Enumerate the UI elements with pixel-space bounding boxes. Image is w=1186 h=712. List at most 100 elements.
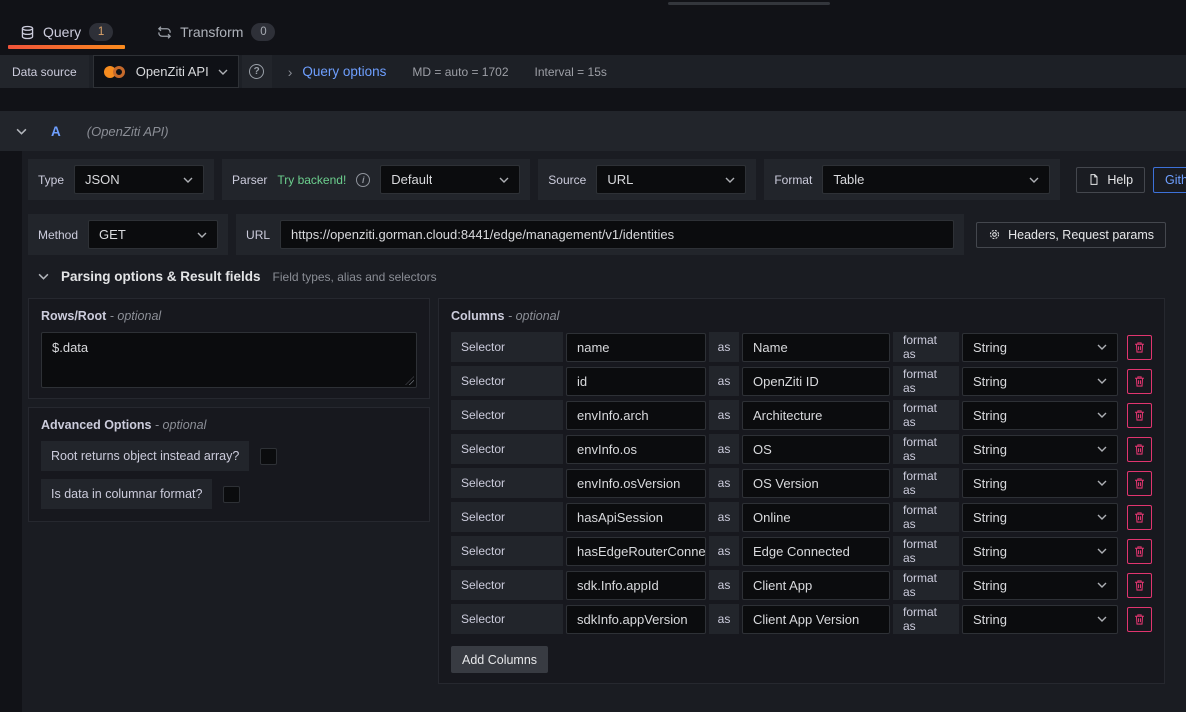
openziti-logo-icon [104, 65, 128, 79]
delete-column-button[interactable] [1127, 437, 1152, 462]
selector-input[interactable]: envInfo.arch [566, 401, 706, 430]
url-input[interactable]: https://openziti.gorman.cloud:8441/edge/… [280, 220, 954, 249]
column-format-select[interactable]: String [962, 571, 1118, 600]
column-row: Selector hasApiSession as Online format … [451, 502, 1152, 532]
trash-icon [1133, 511, 1146, 524]
type-select[interactable]: JSON [74, 165, 204, 194]
datasource-picker[interactable]: OpenZiti API [93, 55, 239, 88]
selector-input[interactable]: name [566, 333, 706, 362]
selector-input[interactable]: id [566, 367, 706, 396]
column-row: Selector sdkInfo.appVersion as Client Ap… [451, 604, 1152, 634]
alias-input[interactable]: Name [742, 333, 890, 362]
format-select[interactable]: Table [822, 165, 1050, 194]
datasource-help-button[interactable]: ? [242, 55, 272, 88]
selector-input[interactable]: envInfo.osVersion [566, 469, 706, 498]
help-button[interactable]: Help [1076, 167, 1145, 193]
delete-column-button[interactable] [1127, 573, 1152, 598]
chevron-down-icon [725, 177, 735, 183]
add-columns-button[interactable]: Add Columns [451, 646, 548, 673]
url-label: URL [246, 228, 270, 242]
chevron-down-icon [1097, 378, 1107, 384]
query-row-header[interactable]: A (OpenZiti API) [0, 111, 1186, 151]
alias-input[interactable]: OpenZiti ID [742, 367, 890, 396]
interval-info: Interval = 15s [535, 55, 607, 88]
column-format-select[interactable]: String [962, 469, 1118, 498]
selector-label: Selector [451, 570, 563, 600]
selector-label: Selector [451, 400, 563, 430]
tab-query-count: 1 [89, 23, 113, 41]
format-as-label: format as [893, 604, 959, 634]
trash-icon [1133, 545, 1146, 558]
rows-root-input[interactable]: $.data [41, 332, 417, 388]
delete-column-button[interactable] [1127, 403, 1152, 428]
column-format-select[interactable]: String [962, 503, 1118, 532]
columnar-format-checkbox[interactable] [223, 486, 240, 503]
selector-input[interactable]: envInfo.os [566, 435, 706, 464]
parser-try-backend-hint: Try backend! [277, 173, 346, 187]
format-as-label: format as [893, 468, 959, 498]
alias-input[interactable]: Edge Connected [742, 537, 890, 566]
datasource-label: Data source [0, 55, 89, 88]
as-label: as [709, 400, 739, 430]
format-as-label: format as [893, 332, 959, 362]
column-format-select[interactable]: String [962, 401, 1118, 430]
method-select[interactable]: GET [88, 220, 218, 249]
trash-icon [1133, 579, 1146, 592]
chevron-down-icon [218, 69, 228, 75]
delete-column-button[interactable] [1127, 471, 1152, 496]
delete-column-button[interactable] [1127, 369, 1152, 394]
column-format-select[interactable]: String [962, 537, 1118, 566]
headers-request-params-button[interactable]: Headers, Request params [976, 222, 1166, 248]
method-field-group: Method GET [28, 214, 228, 255]
resize-handle[interactable] [405, 376, 414, 385]
alias-input[interactable]: Online [742, 503, 890, 532]
chevron-down-icon [197, 232, 207, 238]
alias-input[interactable]: Client App Version [742, 605, 890, 634]
parser-label: Parser [232, 173, 267, 187]
trash-icon [1133, 443, 1146, 456]
column-row: Selector id as OpenZiti ID format as Str… [451, 366, 1152, 396]
alias-input[interactable]: OS Version [742, 469, 890, 498]
type-label: Type [38, 173, 64, 187]
trash-icon [1133, 341, 1146, 354]
root-returns-object-label: Root returns object instead array? [41, 441, 249, 471]
column-format-select[interactable]: String [962, 435, 1118, 464]
selector-label: Selector [451, 468, 563, 498]
selector-input[interactable]: sdk.Info.appId [566, 571, 706, 600]
column-format-select[interactable]: String [962, 605, 1118, 634]
column-row: Selector name as Name format as String [451, 332, 1152, 362]
parsing-options-title: Parsing options & Result fields [61, 269, 261, 284]
as-label: as [709, 502, 739, 532]
alias-input[interactable]: Architecture [742, 401, 890, 430]
trash-icon [1133, 409, 1146, 422]
root-returns-object-checkbox[interactable] [260, 448, 277, 465]
source-label: Source [548, 173, 586, 187]
as-label: as [709, 570, 739, 600]
info-circle-icon[interactable]: i [356, 173, 370, 187]
tab-transform-count: 0 [251, 23, 275, 41]
selector-label: Selector [451, 434, 563, 464]
query-options-toggle[interactable]: Query options [302, 55, 386, 88]
delete-column-button[interactable] [1127, 505, 1152, 530]
delete-column-button[interactable] [1127, 335, 1152, 360]
source-field-group: Source URL [538, 159, 756, 200]
parser-select[interactable]: Default [380, 165, 520, 194]
chevron-down-icon [1097, 344, 1107, 350]
alias-input[interactable]: Client App [742, 571, 890, 600]
pane-drag-handle[interactable] [668, 2, 830, 5]
delete-column-button[interactable] [1127, 539, 1152, 564]
parsing-options-section-toggle[interactable]: Parsing options & Result fields Field ty… [38, 269, 1186, 284]
alias-input[interactable]: OS [742, 435, 890, 464]
github-button[interactable]: Github [1153, 167, 1186, 193]
selector-label: Selector [451, 502, 563, 532]
selector-input[interactable]: hasApiSession [566, 503, 706, 532]
column-format-select[interactable]: String [962, 367, 1118, 396]
source-select[interactable]: URL [596, 165, 746, 194]
chevron-down-icon [16, 128, 27, 135]
selector-input[interactable]: sdkInfo.appVersion [566, 605, 706, 634]
selector-input[interactable]: hasEdgeRouterConne [566, 537, 706, 566]
delete-column-button[interactable] [1127, 607, 1152, 632]
column-format-select[interactable]: String [962, 333, 1118, 362]
tab-query[interactable]: Query 1 [20, 23, 113, 55]
tab-transform[interactable]: Transform 0 [157, 23, 275, 55]
